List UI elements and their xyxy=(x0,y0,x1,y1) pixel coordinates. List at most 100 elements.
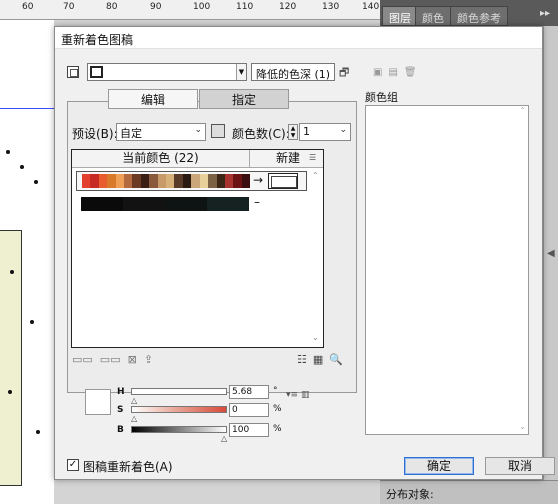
reduced-depth-label[interactable]: 降低的色深 (1) xyxy=(251,63,336,81)
artwork-dot xyxy=(20,165,24,169)
randomize-order-icon[interactable]: ☷ xyxy=(297,353,307,366)
current-colors-header[interactable]: 当前颜色 (22) xyxy=(72,150,250,167)
scroll-up-icon[interactable]: ⌃ xyxy=(519,106,526,115)
delete-group-icon[interactable]: 🗑 xyxy=(404,67,423,78)
color-chip[interactable] xyxy=(132,174,141,188)
table-menu-icon[interactable]: ☰ xyxy=(309,153,316,162)
hue-slider[interactable] xyxy=(131,388,227,395)
current-color-strip[interactable] xyxy=(82,174,251,188)
saturation-input[interactable]: 0 xyxy=(229,403,269,417)
color-groups-list[interactable]: ⌃ ⌄ xyxy=(365,105,529,435)
slider-thumb-icon[interactable]: △ xyxy=(131,414,137,423)
color-chip[interactable] xyxy=(149,174,158,188)
tab-color[interactable]: 颜色 xyxy=(415,6,451,26)
checkbox-box[interactable]: ✓ xyxy=(67,459,79,471)
color-chip[interactable] xyxy=(81,197,123,211)
tab-layers[interactable]: 图层 xyxy=(382,6,418,26)
tab-assign[interactable]: 指定 xyxy=(199,89,289,109)
color-chip[interactable] xyxy=(140,174,150,188)
find-color-icon[interactable]: 🔍 xyxy=(329,353,343,366)
save-group-icon[interactable]: ▣ xyxy=(373,67,388,78)
artwork-preview xyxy=(0,230,22,486)
color-groups-label: 颜色组 xyxy=(365,91,398,104)
exclude-colors-icon[interactable]: ⊠ xyxy=(128,353,137,366)
new-row-icon[interactable]: ⇪ xyxy=(144,353,153,366)
color-chip[interactable] xyxy=(182,174,192,188)
color-chip[interactable] xyxy=(124,174,133,188)
slider-thumb-icon[interactable]: △ xyxy=(221,434,227,443)
ok-button[interactable]: 确定 xyxy=(404,457,474,475)
harmony-rule-combo[interactable]: ▼ xyxy=(87,63,247,81)
color-chip[interactable] xyxy=(224,174,234,188)
new-header[interactable]: 新建 xyxy=(270,150,306,167)
ruler-tick: 80 xyxy=(106,2,118,12)
color-mode-menu-icon[interactable]: ▾≡ xyxy=(286,390,298,400)
panel-menu-icon[interactable]: ▸▸ xyxy=(540,8,550,19)
ruler-tick: 70 xyxy=(63,2,75,12)
color-chip[interactable] xyxy=(233,174,242,188)
brightness-unit: % xyxy=(273,424,282,434)
color-stroke-toggle[interactable] xyxy=(67,66,79,78)
table-scrollbar[interactable]: ⌃ ⌄ xyxy=(309,169,323,347)
harmony-swatch xyxy=(90,66,103,78)
new-color-swatch[interactable] xyxy=(268,173,298,189)
hue-unit: ° xyxy=(273,386,278,396)
saturation-slider[interactable] xyxy=(131,406,227,413)
chevron-down-icon[interactable]: ▼ xyxy=(236,64,246,80)
color-reduction-options-icon[interactable] xyxy=(211,124,225,138)
scroll-up-icon[interactable]: ⌃ xyxy=(312,171,319,180)
randomize-saturation-icon[interactable]: ▦ xyxy=(313,353,323,366)
new-group-icon[interactable]: ▤ xyxy=(388,67,403,78)
arrow-right-icon[interactable]: → xyxy=(253,173,263,187)
artboard-canvas[interactable] xyxy=(0,20,54,504)
color-chip[interactable] xyxy=(199,174,209,188)
color-chip[interactable] xyxy=(123,197,165,211)
merge-colors-icon[interactable]: ▭▭ xyxy=(72,353,93,366)
slider-thumb-icon[interactable]: △ xyxy=(131,396,137,405)
table-header: 当前颜色 (22) 新建 ☰ xyxy=(72,150,323,168)
color-chip[interactable] xyxy=(174,174,183,188)
panel-tab-bar: 图层 颜色 颜色参考 ▸▸ xyxy=(380,0,558,26)
horizontal-ruler: 60 70 80 90 100 110 120 130 140 xyxy=(0,0,380,20)
table-toolbar-left: ▭▭ ▭▭ ⊠ ⇪ xyxy=(72,353,160,366)
tab-bar: 编辑 指定 xyxy=(108,89,289,109)
table-row[interactable]: → xyxy=(76,171,307,191)
table-toolbar-right: ☷ ▦ 🔍 xyxy=(291,353,343,366)
colors-select[interactable]: 1 ⌄ xyxy=(299,123,351,141)
eyedropper-icon[interactable]: 🗗 xyxy=(339,64,349,83)
current-color-strip[interactable] xyxy=(81,197,249,211)
color-chip[interactable] xyxy=(115,174,125,188)
brightness-input[interactable]: 100 xyxy=(229,423,269,437)
color-chip[interactable] xyxy=(98,174,108,188)
chevron-down-icon: ⌄ xyxy=(194,125,202,135)
color-chip[interactable] xyxy=(107,174,116,188)
separate-colors-icon[interactable]: ▭▭ xyxy=(100,353,121,366)
ruler-tick: 130 xyxy=(322,2,340,12)
color-chip[interactable] xyxy=(82,174,91,188)
hue-input[interactable]: 5.68 xyxy=(229,385,269,399)
tab-color-guide[interactable]: 颜色参考 xyxy=(450,6,508,26)
color-chip[interactable] xyxy=(90,174,99,188)
guide-line xyxy=(0,108,54,109)
table-row[interactable]: – xyxy=(76,195,307,215)
artwork-dot xyxy=(30,320,34,324)
color-chip[interactable] xyxy=(166,174,175,188)
color-library-icon[interactable]: ▥ xyxy=(301,390,310,400)
color-chip[interactable] xyxy=(208,174,217,188)
colors-stepper[interactable]: ▲ ▼ xyxy=(288,124,298,140)
color-chip[interactable] xyxy=(165,197,207,211)
brightness-slider[interactable] xyxy=(131,426,227,433)
preset-select[interactable]: 自定 ⌄ xyxy=(116,123,206,141)
ruler-tick: 110 xyxy=(236,2,254,12)
collapse-arrow-icon[interactable]: ◀ xyxy=(547,248,555,259)
scroll-down-icon[interactable]: ⌄ xyxy=(519,422,526,431)
panel-collapse-strip[interactable]: ◀ xyxy=(543,26,558,480)
color-chip[interactable] xyxy=(241,174,251,188)
cancel-button[interactable]: 取消 xyxy=(485,457,555,475)
color-chip[interactable] xyxy=(216,174,225,188)
color-chip[interactable] xyxy=(157,174,167,188)
color-chip[interactable] xyxy=(191,174,200,188)
color-chip[interactable] xyxy=(207,197,249,211)
scroll-down-icon[interactable]: ⌄ xyxy=(312,333,319,342)
tab-edit[interactable]: 编辑 xyxy=(108,89,198,109)
